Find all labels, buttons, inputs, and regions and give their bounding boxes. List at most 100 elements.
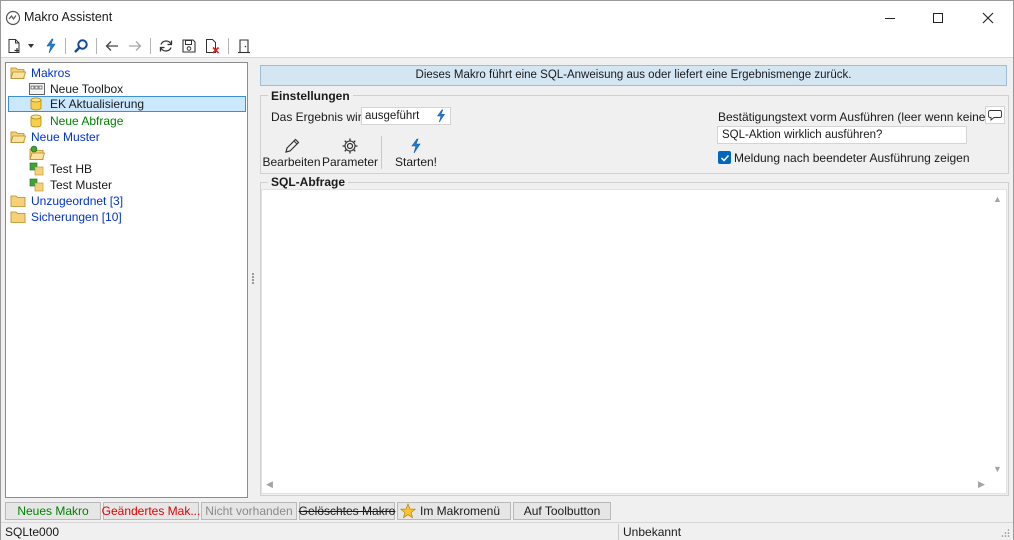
start-button[interactable]: Starten! [390, 137, 442, 171]
legend-label: Im Makromenü [420, 504, 501, 518]
delete-document-icon [206, 39, 220, 54]
settings-group-title: Einstellungen [268, 89, 353, 103]
tree-node-unzugeordnet[interactable]: Unzugeordnet [3] [10, 193, 123, 209]
lightning-icon [408, 137, 424, 155]
status-macro-id: SQLte000 [5, 525, 60, 539]
close-icon [982, 12, 994, 23]
tree-node-label: Test HB [50, 162, 93, 176]
refresh-button[interactable] [156, 37, 176, 55]
checkmark-icon [720, 154, 729, 162]
panel-splitter[interactable] [252, 273, 255, 287]
notify-label: Meldung nach beendeter Ausführung zeigen [734, 151, 970, 165]
pattern-icon [29, 177, 47, 193]
tree-node-label: Neue Muster [31, 130, 100, 144]
sql-group-title: SQL-Abfrage [268, 175, 349, 189]
legend-new-macro: Neues Makro [5, 502, 101, 520]
tree-node-test-hb[interactable]: Test HB [29, 161, 92, 177]
status-state: Unbekannt [623, 525, 682, 539]
back-button[interactable] [102, 37, 122, 55]
confirm-text-input[interactable]: SQL-Aktion wirklich ausführen? [717, 126, 967, 144]
door-icon [238, 39, 250, 54]
folder-open-icon [10, 129, 28, 145]
sql-editor[interactable]: ▲ ▼ ◀ ▶ [261, 189, 1007, 494]
scroll-right-icon[interactable]: ▶ [978, 480, 985, 489]
macro-tree[interactable]: Makros Neue Toolbox EK Aktualisierung Ne… [5, 62, 248, 498]
result-select[interactable]: ausgeführt [361, 107, 451, 125]
close-button[interactable] [965, 1, 1011, 34]
scroll-up-icon[interactable]: ▲ [993, 195, 1002, 204]
new-macro-dropdown[interactable] [25, 37, 37, 55]
arrow-right-icon [129, 41, 142, 51]
toolbar-separator [96, 38, 97, 54]
save-button[interactable] [179, 37, 199, 55]
pencil-icon [283, 137, 301, 155]
result-label: Das Ergebnis wird [271, 110, 369, 124]
tree-node-test-muster[interactable]: Test Muster [29, 177, 112, 193]
tree-node-pattern-folder[interactable] [29, 145, 50, 161]
chevron-down-icon [28, 44, 34, 48]
tree-node-sicherungen[interactable]: Sicherungen [10] [10, 209, 122, 225]
folder-open-icon [10, 65, 28, 81]
tree-node-neue-muster[interactable]: Neue Muster [10, 129, 100, 145]
parameter-button[interactable]: Parameter [322, 137, 378, 171]
execute-button[interactable] [41, 37, 61, 55]
tree-node-makros[interactable]: Makros [10, 65, 70, 81]
comment-button[interactable] [985, 106, 1005, 124]
exit-button[interactable] [234, 37, 254, 55]
vertical-scrollbar[interactable]: ▲ ▼ [989, 190, 1006, 477]
toolbar [1, 34, 1013, 58]
status-bar: SQLte000 Unbekannt [1, 522, 1013, 540]
database-icon [29, 96, 47, 112]
database-icon [29, 113, 47, 129]
status-legend: Neues Makro Geändertes Mak... Nicht vorh… [5, 502, 613, 520]
tree-node-neue-abfrage[interactable]: Neue Abfrage [29, 113, 123, 129]
minimize-icon [885, 17, 895, 19]
legend-in-menu: Im Makromenü [397, 502, 511, 520]
refresh-icon [159, 40, 173, 52]
notify-checkbox[interactable] [718, 151, 731, 164]
legend-label: Auf Toolbutton [523, 504, 601, 518]
edit-button[interactable]: Bearbeiten [262, 137, 321, 171]
pattern-folder-icon [29, 145, 47, 161]
folder-icon [10, 209, 28, 225]
scroll-left-icon[interactable]: ◀ [266, 480, 273, 489]
save-icon [182, 39, 196, 53]
toolbar-separator [65, 38, 66, 54]
confirm-text-label: Bestätigungstext vorm Ausführen (leer we… [718, 110, 990, 124]
arrow-left-icon [105, 41, 118, 51]
app-icon [5, 10, 21, 26]
resize-grip-icon[interactable] [1000, 528, 1010, 538]
tree-node-label: Makros [31, 66, 71, 80]
tree-node-label: Neue Abfrage [50, 114, 124, 128]
lightning-icon [436, 109, 445, 123]
legend-toolbutton: Auf Toolbutton [513, 502, 611, 520]
tree-node-ek-aktualisierung[interactable]: EK Aktualisierung [8, 96, 246, 112]
pattern-icon [29, 161, 47, 177]
search-icon [74, 39, 88, 53]
legend-deleted-macro: Gelöschtes Makro [299, 502, 395, 520]
scroll-down-icon[interactable]: ▼ [993, 465, 1002, 474]
star-icon [400, 503, 416, 519]
maximize-button[interactable] [915, 1, 961, 34]
tree-node-label: Unzugeordnet [3] [31, 194, 124, 208]
search-button[interactable] [71, 37, 91, 55]
window-title: Makro Assistent [24, 10, 113, 24]
gear-icon [341, 137, 359, 155]
toolbar-separator [228, 38, 229, 54]
tree-node-label: Sicherungen [10] [31, 210, 122, 224]
delete-button[interactable] [202, 37, 222, 55]
toolbar-separator [150, 38, 151, 54]
forward-button[interactable] [125, 37, 145, 55]
legend-label: Neues Makro [17, 504, 89, 518]
edit-button-label: Bearbeiten [262, 155, 321, 169]
tree-node-label: Test Muster [50, 178, 113, 192]
new-macro-button[interactable] [4, 37, 24, 55]
macro-info-bar: Dieses Makro führt eine SQL-Anweisung au… [260, 65, 1007, 86]
legend-label: Nicht vorhanden [205, 504, 293, 518]
tree-node-neue-toolbox[interactable]: Neue Toolbox [29, 81, 123, 97]
horizontal-scrollbar[interactable]: ◀ ▶ [262, 476, 991, 493]
macro-assistant-window: Makro Assistent Makros Neue Toolbox EK A… [0, 0, 1014, 540]
minimize-button[interactable] [867, 1, 913, 34]
button-separator [381, 136, 382, 169]
maximize-icon [933, 12, 943, 23]
